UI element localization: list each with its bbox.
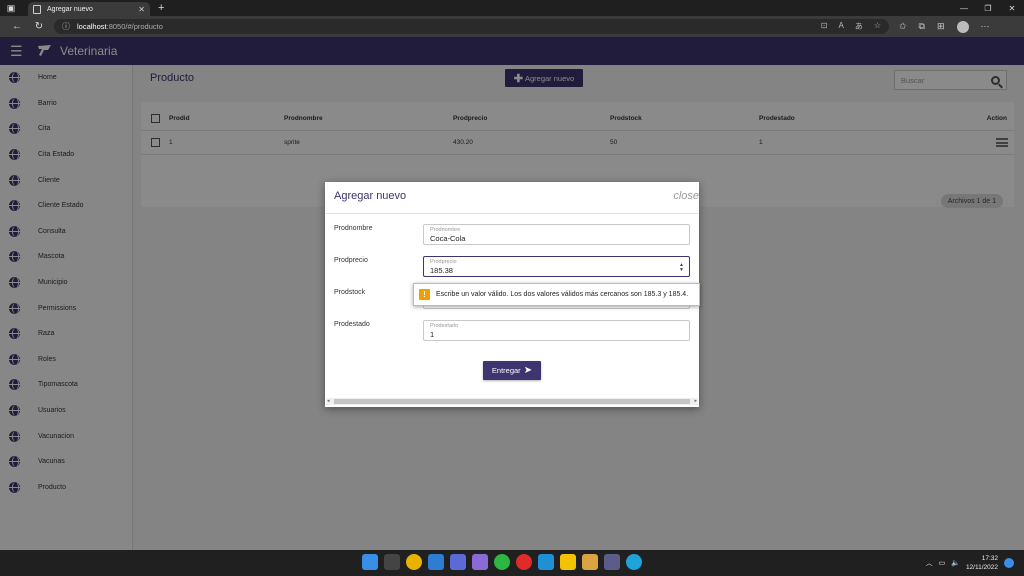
url-path: :8050/#/producto (106, 22, 163, 31)
time: 17:32 (981, 555, 998, 562)
windows-taskbar: ︿ ▭ 🔈 17:32 12/11/2022 (0, 550, 1024, 576)
scroll-left-icon[interactable]: ◂ (327, 398, 330, 404)
warning-icon: ! (419, 289, 430, 300)
store-icon[interactable] (450, 554, 466, 570)
new-tab-icon[interactable]: + (158, 2, 164, 14)
media-player-icon[interactable] (516, 554, 532, 570)
prodprecio-field[interactable]: Prodprecio 185.38 ▲ ▼ (423, 256, 690, 277)
more-icon[interactable]: ⋯ (981, 21, 990, 32)
scroll-right-icon[interactable]: ▸ (694, 398, 697, 404)
address-bar-actions: ⊡ A あ ☆ (821, 21, 881, 32)
prodnombre-label: Prodnombre (334, 225, 373, 232)
mail-icon[interactable] (428, 554, 444, 570)
window-controls: — ❐ ✕ (952, 4, 1024, 13)
notification-icon[interactable] (1004, 558, 1014, 568)
validation-message: Escribe un valor válido. Los dos valores… (436, 291, 689, 298)
prodprecio-placeholder: Prodprecio (430, 259, 457, 265)
prodestado-value[interactable]: 1 (430, 330, 683, 340)
edge-icon[interactable] (626, 554, 642, 570)
app-icon[interactable] (560, 554, 576, 570)
minimize-icon[interactable]: — (952, 4, 976, 13)
date: 12/11/2022 (965, 564, 998, 571)
read-aloud-icon[interactable]: A (838, 21, 843, 32)
maximize-icon[interactable]: ❐ (976, 4, 1000, 13)
app-available-icon[interactable]: ⊡ (821, 21, 828, 32)
browser-tab[interactable]: Agregar nuevo ✕ (28, 2, 150, 16)
start-icon[interactable] (362, 554, 378, 570)
validation-tooltip: ! Escribe un valor válido. Los dos valor… (413, 283, 700, 306)
submit-label: Entregar (491, 366, 521, 375)
favorites-icon[interactable]: ✩ (899, 21, 907, 32)
url-host: localhost (77, 22, 107, 31)
prodestado-label: Prodestado (334, 321, 370, 328)
taskbar-apps (362, 554, 642, 570)
collections-icon[interactable]: ⧉ (919, 21, 925, 32)
terminal-icon[interactable] (384, 554, 400, 570)
clock[interactable]: 17:32 12/11/2022 (966, 554, 998, 572)
divider (325, 213, 699, 214)
window-menu-icon[interactable]: ▣ (0, 0, 22, 16)
display-icon[interactable]: ▭ (939, 559, 946, 567)
horizontal-scrollbar[interactable]: ◂ ▸ (326, 398, 698, 405)
dialog-title: Agregar nuevo (334, 190, 407, 202)
browser-tabbar: ▣ Agregar nuevo ✕ + — ❐ ✕ (0, 0, 1024, 16)
number-spinner-icon[interactable]: ▲ ▼ (679, 263, 684, 273)
veterinaria-app-icon[interactable] (604, 554, 620, 570)
back-icon[interactable]: ← (6, 21, 28, 32)
address-toolbar: ← ↻ ⓘ localhost:8050/#/producto ⊡ A あ ☆ … (0, 16, 1024, 37)
chrome-icon[interactable] (406, 554, 422, 570)
github-icon[interactable] (472, 554, 488, 570)
prodprecio-value[interactable]: 185.38 (430, 266, 683, 276)
prodnombre-placeholder: Prodnombre (430, 227, 461, 233)
tray-chevron-icon[interactable]: ︿ (926, 558, 933, 568)
reload-icon[interactable]: ↻ (28, 21, 50, 32)
profile-avatar[interactable] (956, 20, 969, 33)
close-tab-icon[interactable]: ✕ (138, 5, 145, 14)
volume-icon[interactable]: 🔈 (951, 559, 960, 567)
close-window-icon[interactable]: ✕ (1000, 4, 1024, 13)
translate-icon[interactable]: あ (855, 21, 863, 32)
edge-dev-icon[interactable] (538, 554, 554, 570)
prodprecio-label: Prodprecio (334, 257, 368, 264)
dialog-close-button[interactable]: close (673, 190, 699, 202)
extensions-icon[interactable]: ⊞ (937, 21, 945, 32)
whatsapp-icon[interactable] (494, 554, 510, 570)
page-icon (33, 4, 41, 14)
address-bar[interactable]: ⓘ localhost:8050/#/producto ⊡ A あ ☆ (54, 19, 889, 34)
info-icon[interactable]: ⓘ (62, 21, 70, 32)
prodestado-field[interactable]: Prodestado 1 (423, 320, 690, 341)
scrollbar-thumb[interactable] (334, 399, 690, 404)
file-explorer-icon[interactable] (582, 554, 598, 570)
browser-actions: ✩ ⧉ ⊞ ⋯ (899, 20, 990, 33)
submit-button[interactable]: Entregar ➤ (483, 361, 541, 380)
send-icon: ➤ (523, 365, 533, 376)
favorite-add-icon[interactable]: ☆ (874, 21, 881, 32)
prodestado-placeholder: Prodestado (430, 323, 459, 329)
prodnombre-value[interactable]: Coca-Cola (430, 234, 683, 244)
tab-title: Agregar nuevo (47, 5, 93, 13)
prodstock-label: Prodstock (334, 289, 366, 296)
system-tray: ︿ ▭ 🔈 17:32 12/11/2022 (926, 554, 1014, 572)
prodnombre-field[interactable]: Prodnombre Coca-Cola (423, 224, 690, 245)
